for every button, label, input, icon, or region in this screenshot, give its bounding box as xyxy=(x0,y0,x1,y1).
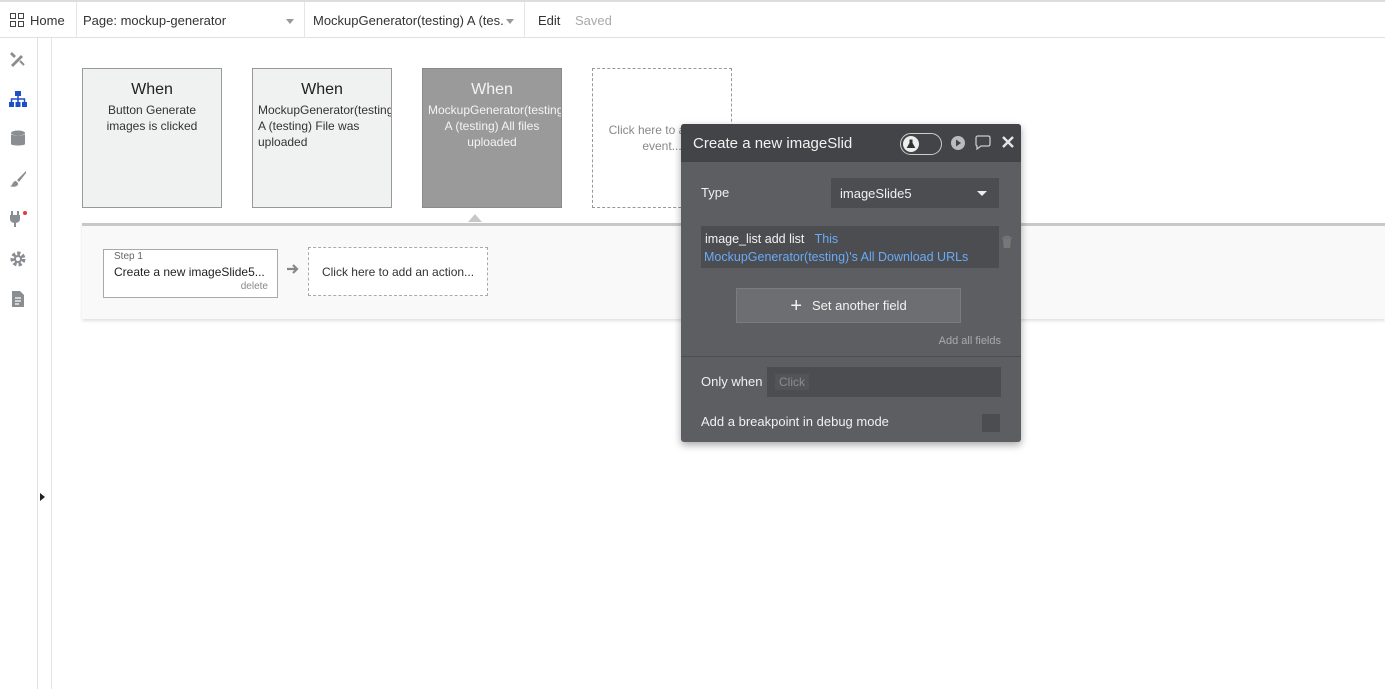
plugins-icon[interactable] xyxy=(8,209,28,229)
set-another-field-label: Set another field xyxy=(812,298,907,313)
only-when-input[interactable]: Click xyxy=(767,367,1001,397)
panel-header[interactable]: Create a new imageSlide5 xyxy=(681,124,1021,162)
type-select[interactable]: imageSlide5 xyxy=(831,178,999,208)
chevron-down-icon xyxy=(286,19,294,24)
event-when: When xyxy=(471,81,513,98)
event-when: When xyxy=(131,81,173,98)
action-property-panel: Create a new imageSlide5 Type imageSlide… xyxy=(681,124,1021,442)
chevron-down-icon xyxy=(506,19,514,24)
play-icon[interactable] xyxy=(950,135,966,151)
saved-label: Saved xyxy=(575,12,612,28)
left-sidebar xyxy=(0,38,38,689)
edit-menu[interactable]: Edit xyxy=(538,2,560,38)
only-when-placeholder: Click xyxy=(775,374,809,390)
workflow-icon[interactable] xyxy=(8,89,28,109)
type-select-value: imageSlide5 xyxy=(840,185,912,201)
divider xyxy=(304,2,305,38)
page-select[interactable]: Page: mockup-generator xyxy=(83,2,298,38)
event-description: Button Generate images is clicked xyxy=(106,103,198,133)
settings-icon[interactable] xyxy=(8,249,28,269)
edit-label: Edit xyxy=(538,12,561,28)
set-another-field-button[interactable]: + Set another field xyxy=(736,288,961,323)
chevron-down-icon xyxy=(977,191,987,196)
flask-icon xyxy=(903,136,919,152)
styles-icon[interactable] xyxy=(8,169,28,189)
divider xyxy=(524,2,525,38)
panel-title: Create a new imageSlide5 xyxy=(693,135,853,152)
step-delete-link[interactable]: delete xyxy=(241,281,268,292)
event-description: MockupGenerator(testing) A (testing) Fil… xyxy=(258,103,391,149)
breakpoint-label: Add a breakpoint in debug mode xyxy=(701,414,889,429)
design-icon[interactable] xyxy=(8,49,28,69)
event-description: MockupGenerator(testing) A (testing) All… xyxy=(428,103,561,149)
home-button[interactable]: Home xyxy=(10,2,65,38)
divider xyxy=(51,38,52,689)
grid-icon xyxy=(10,13,24,27)
plus-icon: + xyxy=(790,294,802,317)
data-icon[interactable] xyxy=(8,129,28,149)
only-when-label: Only when xyxy=(701,374,763,389)
logs-icon[interactable] xyxy=(8,289,28,309)
home-label: Home xyxy=(30,12,65,28)
close-icon[interactable] xyxy=(1001,135,1017,151)
element-select[interactable]: MockupGenerator(testing) A (tes... xyxy=(313,2,516,38)
field-name: image_list add list xyxy=(705,232,805,246)
expand-panel-icon[interactable] xyxy=(40,493,45,501)
step-number: Step 1 xyxy=(114,251,143,262)
field-assignment[interactable]: image_list add list This MockupGenerator… xyxy=(701,226,999,268)
divider xyxy=(681,356,1021,357)
event-card-selected[interactable]: When MockupGenerator(testing) A (testing… xyxy=(422,68,562,208)
breakpoint-checkbox[interactable] xyxy=(982,414,1000,432)
saved-status: Saved xyxy=(575,2,612,38)
trash-icon[interactable] xyxy=(1001,235,1013,254)
divider xyxy=(76,2,77,38)
add-action-label: Click here to add an action... xyxy=(321,264,475,279)
arrow-right-icon xyxy=(286,262,300,281)
add-all-fields-link[interactable]: Add all fields xyxy=(939,335,1001,347)
event-card[interactable]: When MockupGenerator(testing) A (testing… xyxy=(252,68,392,208)
comment-icon[interactable] xyxy=(974,135,992,151)
page-select-value: Page: mockup-generator xyxy=(83,12,227,28)
add-action-button[interactable]: Click here to add an action... xyxy=(308,247,488,296)
field-value-expression[interactable]: MockupGenerator(testing)'s All Download … xyxy=(704,250,968,264)
top-bar: Home Page: mockup-generator MockupGenera… xyxy=(0,0,1385,38)
element-select-value: MockupGenerator(testing) A (tes... xyxy=(313,12,505,28)
event-card[interactable]: When Button Generate images is clicked xyxy=(82,68,222,208)
step-card[interactable]: Step 1 Create a new imageSlide5... delet… xyxy=(103,249,278,298)
field-value-expression[interactable]: This xyxy=(815,232,839,246)
step-title: Create a new imageSlide5... xyxy=(114,265,265,279)
selected-pointer xyxy=(468,214,482,222)
type-label: Type xyxy=(701,185,730,200)
event-when: When xyxy=(301,81,343,98)
debug-toggle[interactable] xyxy=(900,133,942,155)
